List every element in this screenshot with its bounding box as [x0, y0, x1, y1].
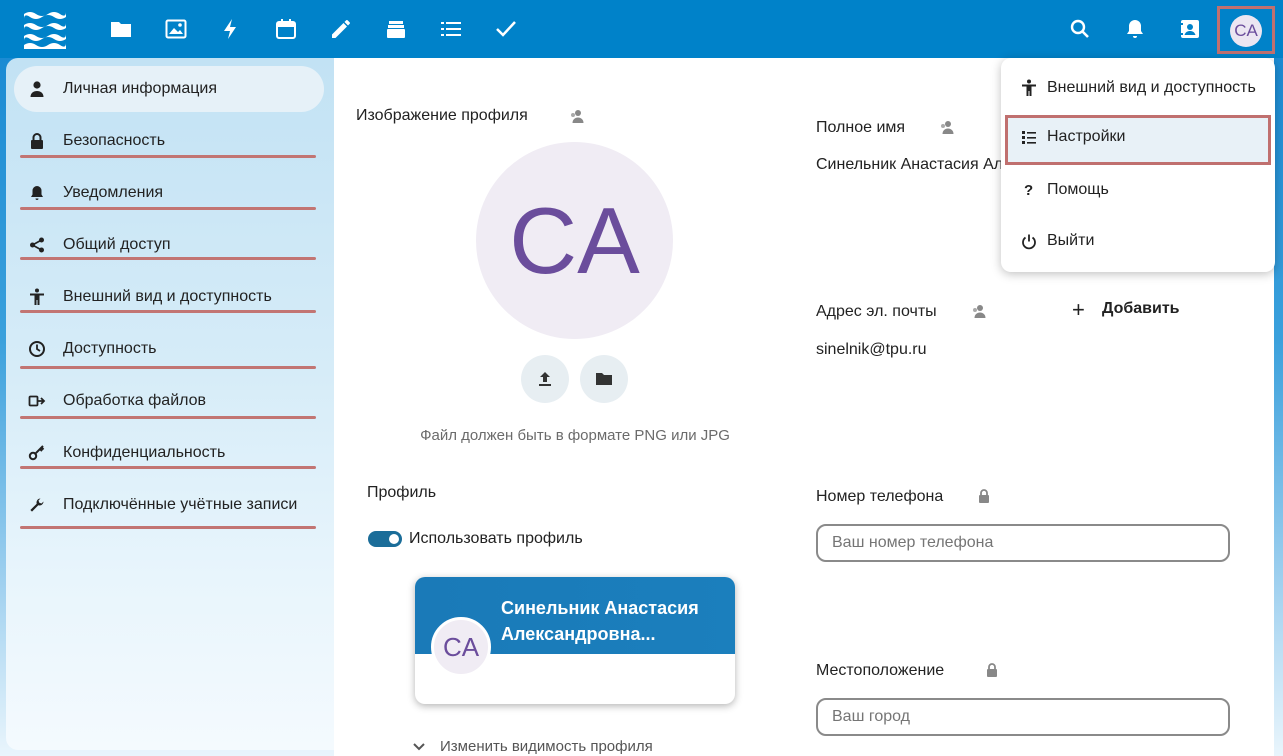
deck-icon[interactable]	[384, 17, 408, 41]
settings-list-icon	[1021, 128, 1037, 146]
menu-item-help[interactable]: ? Помощь	[1005, 168, 1271, 214]
edit-visibility-link[interactable]: Изменить видимость профиля	[413, 738, 653, 755]
location-input[interactable]	[816, 698, 1230, 736]
menu-item-appearance[interactable]: Внешний вид и доступность	[1005, 66, 1271, 112]
annotation-underline	[20, 526, 316, 529]
user-dropdown-menu: Внешний вид и доступность Настройки ? По…	[1001, 58, 1275, 272]
menu-item-logout[interactable]: Выйти	[1005, 219, 1271, 265]
sidebar-item-label: Подключённые учётные записи	[63, 496, 298, 513]
visibility-scope-icon[interactable]	[939, 119, 955, 135]
location-label: Местоположение	[816, 662, 945, 679]
sidebar-item-label: Обработка файлов	[63, 392, 207, 409]
add-email-button[interactable]: + Добавить	[1072, 297, 1180, 322]
chevron-down-icon	[413, 743, 425, 751]
profile-image-title: Изображение профиля	[356, 107, 528, 124]
help-icon: ?	[1021, 181, 1037, 199]
bell-icon[interactable]	[1123, 17, 1147, 41]
activity-icon[interactable]	[219, 17, 243, 41]
annotation-underline	[20, 416, 316, 419]
avatar: CA	[431, 617, 491, 677]
profile-card-name: Синельник Анастасия Александровна...	[501, 598, 699, 644]
key-icon	[28, 444, 46, 462]
lock-icon[interactable]	[984, 662, 1000, 678]
files-icon[interactable]	[109, 17, 133, 41]
annotation-underline	[20, 155, 316, 158]
phone-input[interactable]	[816, 524, 1230, 562]
profile-section-title: Профиль	[367, 484, 437, 501]
wrench-icon	[28, 496, 46, 514]
profile-preview-card[interactable]: Синельник Анастасия Александровна... CA	[415, 577, 735, 704]
sidebar-item-sharing[interactable]: Общий доступ	[14, 222, 324, 268]
tasks-icon[interactable]	[439, 17, 463, 41]
workflow-icon	[28, 392, 46, 410]
edit-visibility-label: Изменить видимость профиля	[440, 738, 653, 755]
svg-text:?: ?	[1024, 182, 1033, 199]
plus-icon: +	[1072, 297, 1085, 322]
sidebar-item-connected-accounts[interactable]: Подключённые учётные записи	[14, 482, 324, 528]
add-email-label: Добавить	[1102, 300, 1180, 317]
menu-item-label: Настройки	[1047, 128, 1126, 145]
sidebar-item-appearance[interactable]: Внешний вид и доступность	[14, 274, 324, 320]
top-bar: CA	[0, 0, 1283, 58]
profile-toggle-label: Использовать профиль	[409, 530, 583, 547]
annotation-underline	[20, 310, 316, 313]
sidebar-item-privacy[interactable]: Конфиденциальность	[14, 430, 324, 476]
profile-enabled-toggle[interactable]	[368, 531, 402, 547]
power-icon	[1021, 232, 1037, 250]
avatar: CA	[1230, 15, 1262, 47]
menu-item-settings[interactable]: Настройки	[1005, 115, 1271, 165]
visibility-scope-icon[interactable]	[971, 303, 987, 319]
bell-icon	[28, 184, 46, 202]
lock-icon	[28, 132, 46, 150]
settings-sidebar: Личная информация Безопасность Уведомлен…	[6, 58, 334, 750]
calendar-icon[interactable]	[274, 17, 298, 41]
accessibility-icon	[1021, 79, 1037, 97]
full-name-label: Полное имя	[816, 119, 906, 136]
annotation-underline	[20, 207, 316, 210]
phone-label: Номер телефона	[816, 488, 944, 505]
sidebar-item-label: Конфиденциальность	[63, 444, 226, 461]
full-name-value[interactable]: Синельник Анастасия Ал	[816, 156, 1003, 174]
annotation-underline	[20, 366, 316, 369]
email-value[interactable]: sinelnik@tpu.ru	[816, 341, 927, 359]
folder-icon	[596, 373, 612, 385]
checkmark-icon[interactable]	[494, 17, 518, 41]
menu-item-label: Выйти	[1047, 232, 1095, 249]
sidebar-item-label: Общий доступ	[63, 236, 171, 253]
lock-icon[interactable]	[976, 488, 992, 504]
choose-from-files-button[interactable]	[580, 355, 628, 403]
sidebar-item-personal-info[interactable]: Личная информация	[14, 66, 324, 112]
upload-icon	[539, 372, 551, 386]
clock-icon	[28, 340, 46, 358]
sidebar-item-label: Уведомления	[63, 184, 164, 201]
notes-icon[interactable]	[329, 17, 353, 41]
format-hint: Файл должен быть в формате PNG или JPG	[420, 427, 730, 444]
upload-button[interactable]	[521, 355, 569, 403]
annotation-underline	[20, 466, 316, 469]
profile-avatar: CA	[476, 142, 673, 339]
contacts-icon[interactable]	[1178, 17, 1202, 41]
user-menu-avatar[interactable]: CA	[1217, 6, 1275, 54]
app-logo[interactable]	[22, 8, 66, 50]
email-label: Адрес эл. почты	[816, 303, 937, 320]
sidebar-item-label: Доступность	[63, 340, 157, 357]
sidebar-item-label: Личная информация	[63, 80, 218, 97]
search-icon[interactable]	[1068, 17, 1092, 41]
accessibility-icon	[28, 288, 46, 306]
photos-icon[interactable]	[164, 17, 188, 41]
sidebar-item-label: Безопасность	[63, 132, 166, 149]
menu-item-label: Внешний вид и доступность	[1047, 79, 1256, 96]
sidebar-item-label: Внешний вид и доступность	[63, 288, 272, 305]
visibility-scope-icon[interactable]	[569, 108, 585, 124]
share-icon	[28, 236, 46, 254]
user-icon	[28, 80, 46, 98]
annotation-underline	[20, 257, 316, 260]
menu-item-label: Помощь	[1047, 181, 1109, 198]
